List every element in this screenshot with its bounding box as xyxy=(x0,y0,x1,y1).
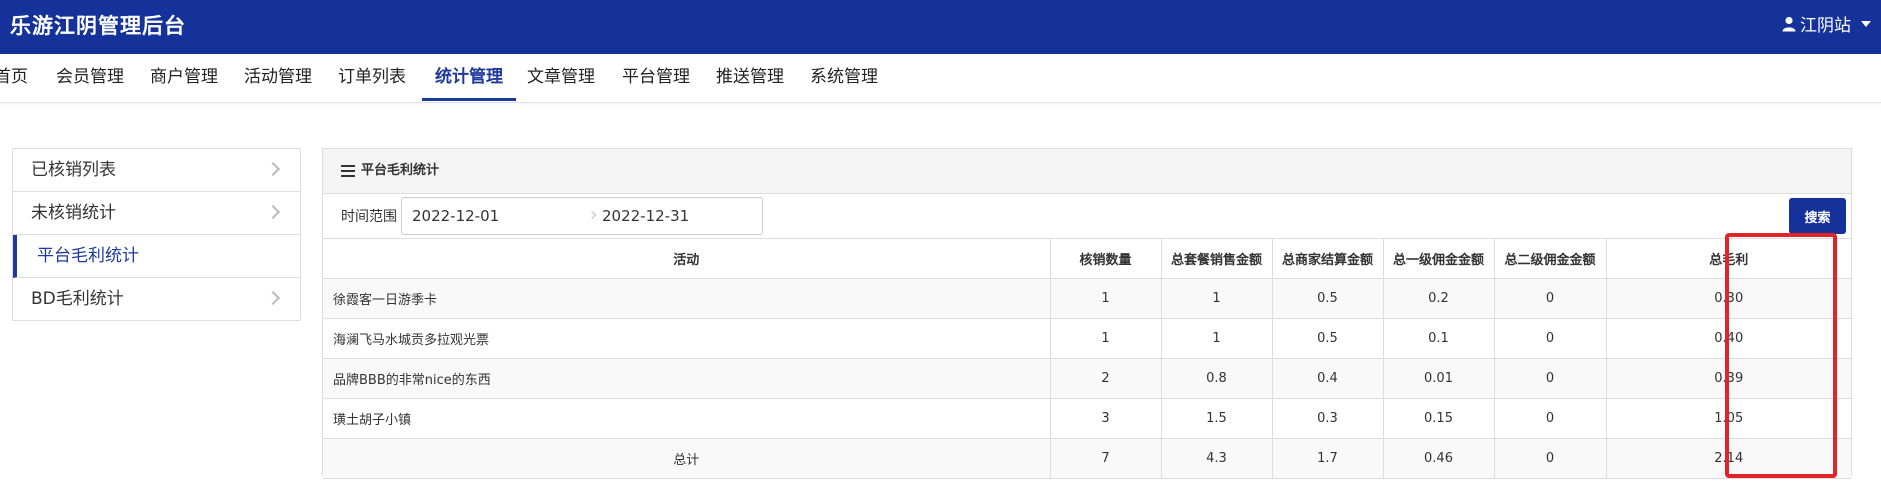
table-cell: 1.7 xyxy=(1272,438,1384,479)
nav-item-activities[interactable]: 活动管理 xyxy=(244,54,312,101)
table-cell: 1 xyxy=(1161,318,1273,359)
sidebar-item-label: 平台毛利统计 xyxy=(37,246,139,266)
table-cell: 3 xyxy=(1050,398,1162,439)
top-header-bar: 乐游江阴管理后台 江阴站 xyxy=(0,0,1881,54)
table-cell: 1.5 xyxy=(1161,398,1273,439)
table-cell: 0.3 xyxy=(1272,398,1384,439)
column-header: 总二级佣金金额 xyxy=(1494,239,1607,279)
table-row: 海澜飞马水城贡多拉观光票 1 1 0.5 0.1 0 0.40 xyxy=(323,318,1851,359)
stats-table: 活动 核销数量 总套餐销售金额 总商家结算金额 总一级佣金金额 总二级佣金金额 … xyxy=(323,239,1851,479)
sidebar-item-verified-list[interactable]: 已核销列表 xyxy=(13,149,300,192)
table-cell: 0.8 xyxy=(1161,358,1273,399)
table-row: 璜土胡子小镇 3 1.5 0.3 0.15 0 1.05 xyxy=(323,398,1851,439)
nav-item-statistics[interactable]: 统计管理 xyxy=(422,54,516,101)
table-header-row: 活动 核销数量 总套餐销售金额 总商家结算金额 总一级佣金金额 总二级佣金金额 … xyxy=(323,239,1851,279)
table-cell: 0.40 xyxy=(1606,318,1851,359)
date-range-label: 时间范围 xyxy=(341,209,397,225)
profit-stats-panel: 平台毛利统计 时间范围 搜索 活动 核销数量 总套餐销售金额 总商家结算金额 总… xyxy=(322,148,1852,479)
sidebar-item-bd-profit[interactable]: BD毛利统计 xyxy=(13,278,300,320)
table-cell: 1 xyxy=(1050,318,1162,359)
column-header: 核销数量 xyxy=(1050,239,1162,279)
caret-down-icon xyxy=(1861,20,1871,27)
nav-item-home[interactable]: 首页 xyxy=(0,54,28,101)
table-cell: 海澜飞马水城贡多拉观光票 xyxy=(323,318,1051,359)
filter-row: 时间范围 搜索 xyxy=(323,194,1851,239)
sidebar-item-label: BD毛利统计 xyxy=(31,289,124,309)
table-cell: 总计 xyxy=(323,438,1051,479)
table-cell: 0.1 xyxy=(1383,318,1495,359)
table-cell: 2.14 xyxy=(1606,438,1851,479)
table-cell: 0 xyxy=(1494,318,1607,359)
list-icon xyxy=(341,165,355,177)
user-icon xyxy=(1782,16,1796,32)
start-date-input[interactable] xyxy=(402,198,592,234)
table-cell: 0.46 xyxy=(1383,438,1495,479)
sidebar-item-label: 未核销统计 xyxy=(31,203,116,223)
table-cell: 璜土胡子小镇 xyxy=(323,398,1051,439)
table-cell: 7 xyxy=(1050,438,1162,479)
date-range-picker xyxy=(401,197,782,235)
table-row: 徐霞客一日游季卡 1 1 0.5 0.2 0 0.30 xyxy=(323,278,1851,319)
user-menu[interactable]: 江阴站 xyxy=(1782,11,1871,36)
nav-item-platform[interactable]: 平台管理 xyxy=(622,54,690,101)
nav-item-system[interactable]: 系统管理 xyxy=(810,54,878,101)
table-cell: 0 xyxy=(1494,398,1607,439)
panel-title: 平台毛利统计 xyxy=(361,163,440,178)
column-header: 活动 xyxy=(323,239,1051,279)
nav-item-orders[interactable]: 订单列表 xyxy=(338,54,406,101)
table-cell: 0.15 xyxy=(1383,398,1495,439)
chevron-right-icon xyxy=(265,290,281,306)
main-nav: 首页 会员管理 商户管理 活动管理 订单列表 统计管理 文章管理 平台管理 推送… xyxy=(0,54,1881,103)
nav-item-members[interactable]: 会员管理 xyxy=(56,54,124,101)
table-cell: 4.3 xyxy=(1161,438,1273,479)
table-row: 品牌BBB的非常nice的东西 2 0.8 0.4 0.01 0 0.39 xyxy=(323,358,1851,399)
column-header: 总套餐销售金额 xyxy=(1161,239,1273,279)
column-header: 总毛利 xyxy=(1606,239,1851,279)
column-header: 总商家结算金额 xyxy=(1272,239,1384,279)
table-cell: 0.39 xyxy=(1606,358,1851,399)
table-cell: 0.01 xyxy=(1383,358,1495,399)
table-cell: 0 xyxy=(1494,438,1607,479)
table-cell: 0.5 xyxy=(1272,278,1384,319)
search-button[interactable]: 搜索 xyxy=(1789,198,1846,234)
table-cell: 1 xyxy=(1050,278,1162,319)
user-menu-label: 江阴站 xyxy=(1800,16,1851,36)
table-cell: 0.2 xyxy=(1383,278,1495,319)
table-cell: 1.05 xyxy=(1606,398,1851,439)
table-cell: 1 xyxy=(1161,278,1273,319)
table-cell: 徐霞客一日游季卡 xyxy=(323,278,1051,319)
end-date-input[interactable] xyxy=(592,198,782,234)
table-cell: 0 xyxy=(1494,278,1607,319)
table-cell: 0.5 xyxy=(1272,318,1384,359)
sidebar-item-label: 已核销列表 xyxy=(31,160,116,180)
app-title: 乐游江阴管理后台 xyxy=(10,14,186,38)
chevron-right-icon xyxy=(265,204,281,220)
column-header: 总一级佣金金额 xyxy=(1383,239,1495,279)
table-cell: 0 xyxy=(1494,358,1607,399)
nav-item-articles[interactable]: 文章管理 xyxy=(527,54,595,101)
table-cell: 0.4 xyxy=(1272,358,1384,399)
panel-header: 平台毛利统计 xyxy=(323,149,1851,194)
nav-item-merchants[interactable]: 商户管理 xyxy=(150,54,218,101)
sidebar: 已核销列表 未核销统计 平台毛利统计 BD毛利统计 xyxy=(12,148,301,321)
table-cell: 品牌BBB的非常nice的东西 xyxy=(323,358,1051,399)
table-cell: 0.30 xyxy=(1606,278,1851,319)
chevron-right-icon xyxy=(265,161,281,177)
nav-item-push[interactable]: 推送管理 xyxy=(716,54,784,101)
sidebar-item-unverified-stats[interactable]: 未核销统计 xyxy=(13,192,300,235)
table-total-row: 总计 7 4.3 1.7 0.46 0 2.14 xyxy=(323,438,1851,479)
table-cell: 2 xyxy=(1050,358,1162,399)
sidebar-item-platform-profit[interactable]: 平台毛利统计 xyxy=(13,235,300,278)
